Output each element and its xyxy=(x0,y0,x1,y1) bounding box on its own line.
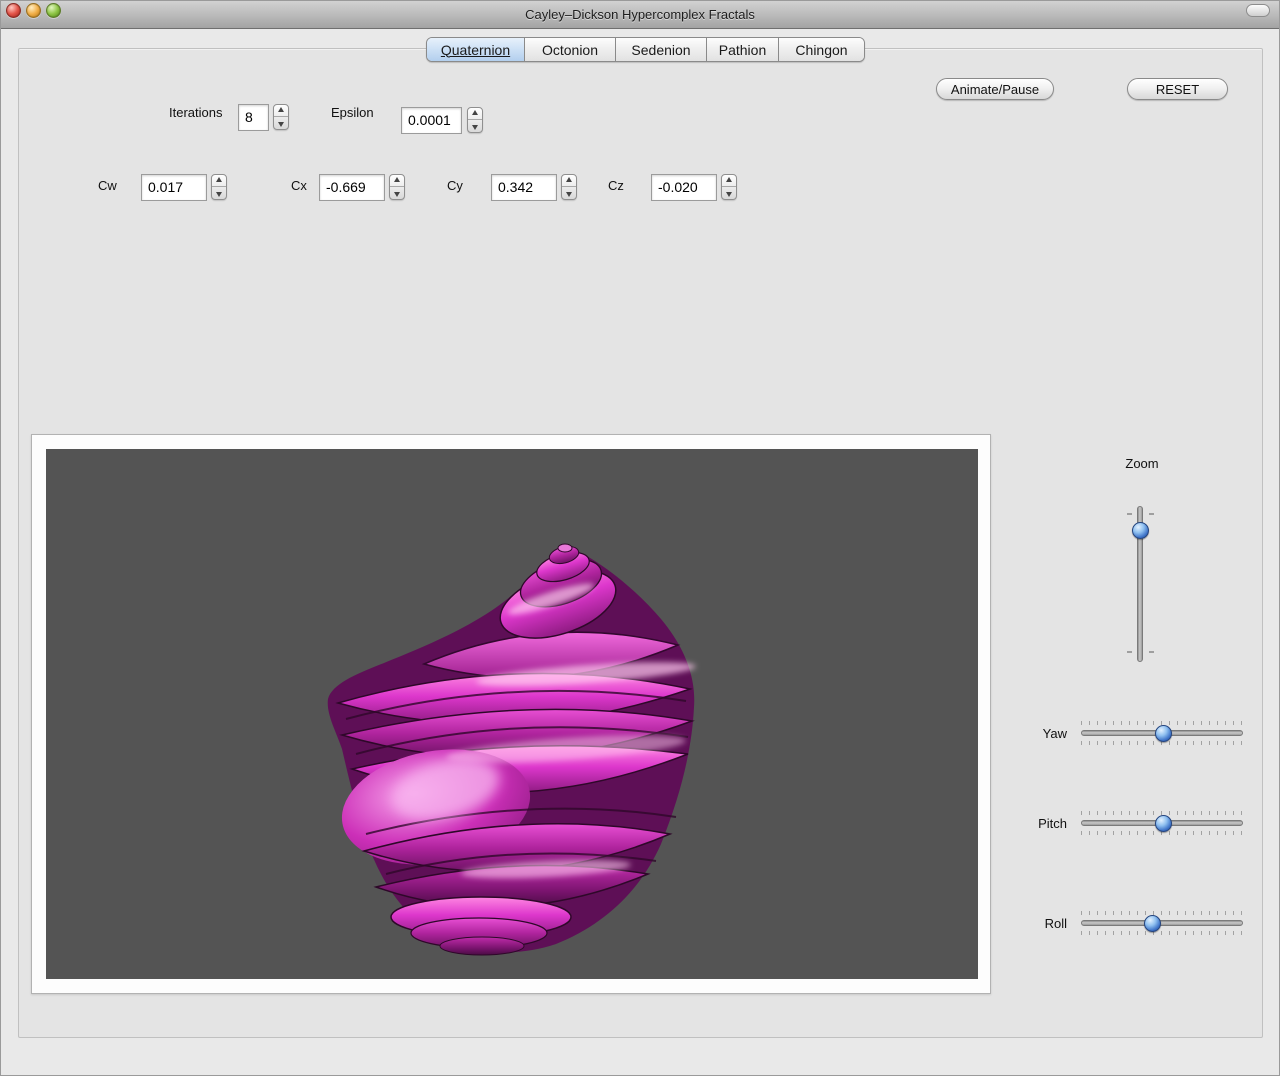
cx-field[interactable]: -0.669 xyxy=(319,174,385,201)
epsilon-field[interactable]: 0.0001 xyxy=(401,107,462,134)
tab-chingon[interactable]: Chingon xyxy=(779,38,864,61)
stepper-up-icon[interactable] xyxy=(472,110,478,115)
yaw-slider-thumb[interactable] xyxy=(1155,725,1172,742)
zoom-tick-bottom-left xyxy=(1127,651,1132,653)
reset-button[interactable]: RESET xyxy=(1127,78,1228,100)
tab-pathion[interactable]: Pathion xyxy=(707,38,779,61)
stepper-up-icon[interactable] xyxy=(394,177,400,182)
iterations-stepper[interactable] xyxy=(273,104,289,130)
fractal-canvas[interactable] xyxy=(46,449,978,979)
roll-slider-label: Roll xyxy=(1001,916,1067,931)
title-bar: Cayley–Dickson Hypercomplex Fractals xyxy=(1,1,1279,29)
stepper-down-icon[interactable] xyxy=(216,192,222,197)
tab-quaternion[interactable]: Quaternion xyxy=(427,38,525,61)
stepper-down-icon[interactable] xyxy=(278,122,284,127)
roll-ticks-top xyxy=(1081,911,1243,915)
animate-pause-button[interactable]: Animate/Pause xyxy=(936,78,1054,100)
pitch-ticks-bottom xyxy=(1081,831,1243,835)
cw-field[interactable]: 0.017 xyxy=(141,174,207,201)
cz-field[interactable]: -0.020 xyxy=(651,174,717,201)
pitch-slider-label: Pitch xyxy=(1001,816,1067,831)
stepper-up-icon[interactable] xyxy=(278,107,284,112)
iterations-field[interactable]: 8 xyxy=(238,104,269,131)
roll-ticks-bottom xyxy=(1081,931,1243,935)
toolbar-pill-button[interactable] xyxy=(1246,4,1270,17)
cy-field[interactable]: 0.342 xyxy=(491,174,557,201)
zoom-tick-top-left xyxy=(1127,513,1132,515)
stepper-down-icon[interactable] xyxy=(472,125,478,130)
cz-label: Cz xyxy=(608,178,624,193)
epsilon-label: Epsilon xyxy=(331,105,374,120)
pitch-slider[interactable] xyxy=(1081,820,1243,826)
quaternion-fractal-render xyxy=(46,449,978,979)
stepper-down-icon[interactable] xyxy=(394,192,400,197)
iterations-label: Iterations xyxy=(169,105,222,120)
tab-sedenion[interactable]: Sedenion xyxy=(616,38,707,61)
cy-stepper[interactable] xyxy=(561,174,577,200)
yaw-ticks-bottom xyxy=(1081,741,1243,745)
stepper-up-icon[interactable] xyxy=(566,177,572,182)
cy-label: Cy xyxy=(447,178,463,193)
roll-slider[interactable] xyxy=(1081,920,1243,926)
app-window: Cayley–Dickson Hypercomplex Fractals Qua… xyxy=(0,0,1280,1076)
render-frame xyxy=(31,434,991,994)
cw-stepper[interactable] xyxy=(211,174,227,200)
cx-stepper[interactable] xyxy=(389,174,405,200)
zoom-slider[interactable] xyxy=(1137,506,1143,662)
cz-stepper[interactable] xyxy=(721,174,737,200)
cx-label: Cx xyxy=(291,178,307,193)
zoom-tick-top-right xyxy=(1149,513,1154,515)
zoom-slider-label: Zoom xyxy=(1122,456,1162,471)
pitch-slider-thumb[interactable] xyxy=(1155,815,1172,832)
zoom-slider-thumb[interactable] xyxy=(1132,522,1149,539)
yaw-slider[interactable] xyxy=(1081,730,1243,736)
cw-label: Cw xyxy=(98,178,117,193)
window-title: Cayley–Dickson Hypercomplex Fractals xyxy=(1,7,1279,22)
stepper-up-icon[interactable] xyxy=(726,177,732,182)
stepper-up-icon[interactable] xyxy=(216,177,222,182)
epsilon-stepper[interactable] xyxy=(467,107,483,133)
yaw-slider-label: Yaw xyxy=(1001,726,1067,741)
tab-octonion[interactable]: Octonion xyxy=(525,38,616,61)
fractal-type-tabs: Quaternion Octonion Sedenion Pathion Chi… xyxy=(426,37,865,62)
stepper-down-icon[interactable] xyxy=(566,192,572,197)
zoom-tick-bottom-right xyxy=(1149,651,1154,653)
stepper-down-icon[interactable] xyxy=(726,192,732,197)
roll-slider-thumb[interactable] xyxy=(1144,915,1161,932)
